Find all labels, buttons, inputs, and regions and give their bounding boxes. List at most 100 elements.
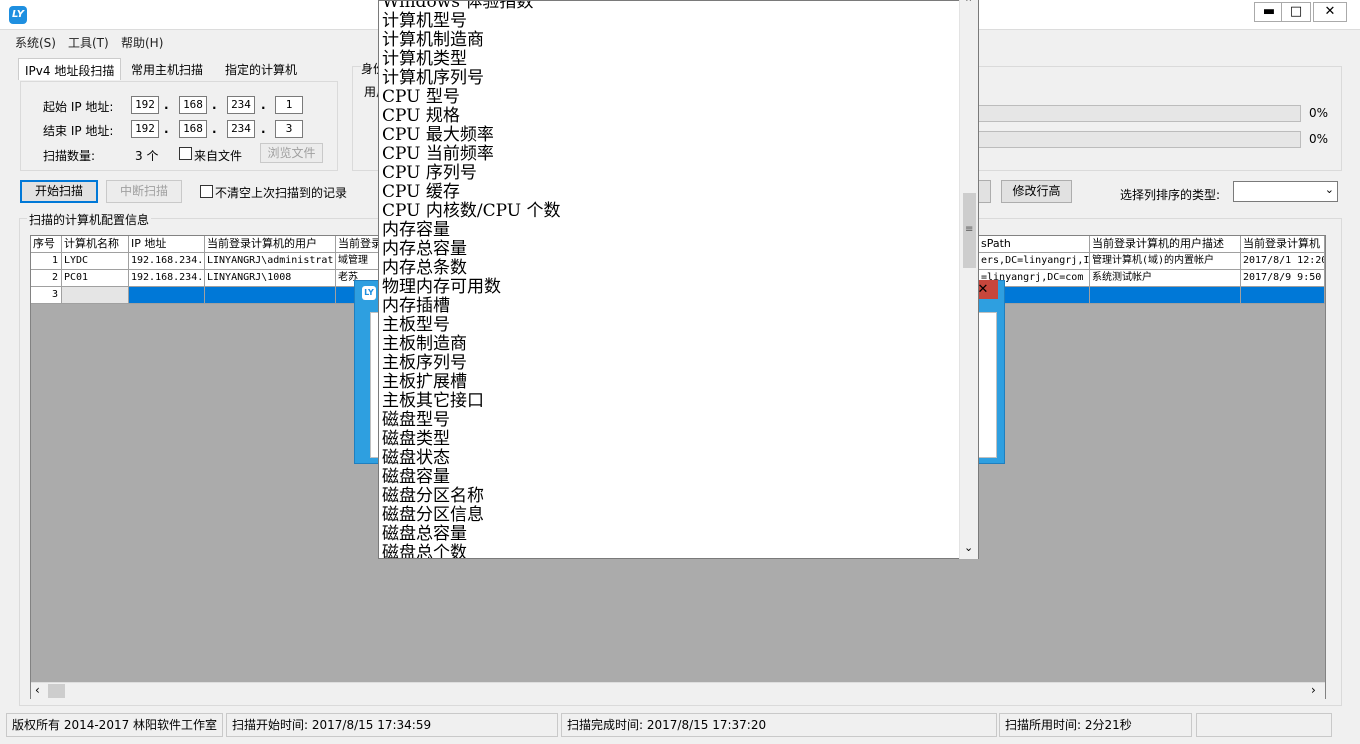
dropdown-item[interactable]: 主板扩展槽 bbox=[382, 373, 467, 392]
progress-bar-1 bbox=[978, 105, 1301, 122]
grid-header-path[interactable]: sPath bbox=[979, 236, 1090, 253]
dropdown-scrollbar[interactable]: ⌃ ≡ ⌄ bbox=[959, 0, 978, 559]
dropdown-item[interactable]: CPU 型号 bbox=[382, 88, 460, 107]
table-cell[interactable]: PC01 bbox=[62, 270, 129, 287]
dropdown-item[interactable]: 磁盘状态 bbox=[382, 449, 450, 468]
table-cell[interactable]: 192.168.234. bbox=[129, 253, 205, 270]
table-cell[interactable]: 管理计算机(域)的内置帐户 bbox=[1090, 253, 1241, 270]
start-scan-button[interactable]: 开始扫描 bbox=[20, 180, 98, 203]
dropdown-item[interactable]: CPU 缓存 bbox=[382, 183, 460, 202]
table-cell[interactable]: 2017/8/1 12:20 bbox=[1241, 253, 1325, 270]
status-elapsed-time: 扫描所用时间: 2分21秒 bbox=[999, 713, 1192, 737]
scroll-left-icon[interactable]: ‹ bbox=[35, 683, 40, 697]
table-cell[interactable]: 192.168.234. bbox=[129, 270, 205, 287]
dropdown-item[interactable]: 物理内存可用数 bbox=[382, 278, 501, 297]
ip-dot: . bbox=[164, 98, 169, 112]
scan-count-label: 扫描数量: bbox=[43, 149, 96, 163]
table-row-index[interactable]: 3 bbox=[31, 287, 62, 304]
table-cell[interactable]: LYDC bbox=[62, 253, 129, 270]
grid-header-ip[interactable]: IP 地址 bbox=[129, 236, 205, 253]
close-button[interactable]: ✕ bbox=[1313, 2, 1347, 22]
app-logo-icon: LY bbox=[9, 6, 27, 24]
grid-horizontal-scrollbar[interactable]: ‹ › bbox=[31, 682, 1325, 699]
table-cell[interactable]: LINYANGRJ\administrat bbox=[205, 253, 336, 270]
dropdown-item[interactable]: 计算机类型 bbox=[382, 50, 467, 69]
dropdown-item[interactable]: 磁盘分区信息 bbox=[382, 506, 484, 525]
minimize-button[interactable]: ▬ bbox=[1254, 2, 1284, 22]
dropdown-item[interactable]: CPU 当前频率 bbox=[382, 145, 494, 164]
dropdown-item[interactable]: 磁盘总个数 bbox=[382, 544, 467, 559]
stop-scan-button[interactable]: 中断扫描 bbox=[106, 180, 182, 203]
scroll-right-icon[interactable]: › bbox=[1311, 683, 1316, 697]
dropdown-item[interactable]: 主板序列号 bbox=[382, 354, 467, 373]
table-cell[interactable]: 2017/8/9 9:50 bbox=[1241, 270, 1325, 287]
grid-header-computer-name[interactable]: 计算机名称 bbox=[62, 236, 129, 253]
end-ip-octet-2[interactable]: 168 bbox=[179, 120, 207, 138]
start-ip-label: 起始 IP 地址: bbox=[43, 100, 114, 114]
sort-type-select[interactable]: ⌄ bbox=[1233, 181, 1338, 202]
dropdown-item[interactable]: 计算机制造商 bbox=[382, 31, 484, 50]
scroll-thumb[interactable] bbox=[48, 684, 65, 698]
ip-dot: . bbox=[261, 98, 266, 112]
tab-ipv4-range[interactable]: IPv4 地址段扫描 bbox=[18, 58, 122, 80]
dropdown-item[interactable]: 主板型号 bbox=[382, 316, 450, 335]
menu-tools[interactable]: 工具(T) bbox=[68, 34, 109, 51]
dropdown-item[interactable]: 磁盘型号 bbox=[382, 411, 450, 430]
grid-header-user-desc[interactable]: 当前登录计算机的用户描述 bbox=[1090, 236, 1241, 253]
start-ip-octet-1[interactable]: 192 bbox=[131, 96, 159, 114]
dropdown-item[interactable]: 磁盘容量 bbox=[382, 468, 450, 487]
dropdown-item[interactable]: 计算机序列号 bbox=[382, 69, 484, 88]
grid-header-index[interactable]: 序号 bbox=[31, 236, 62, 253]
dropdown-item[interactable]: 内存总条数 bbox=[382, 259, 467, 278]
from-file-checkbox[interactable] bbox=[179, 147, 192, 160]
dropdown-item[interactable]: CPU 内核数/CPU 个数 bbox=[382, 202, 560, 221]
row-height-button[interactable]: 修改行高 bbox=[1001, 180, 1072, 203]
start-ip-octet-4[interactable]: 1 bbox=[275, 96, 303, 114]
grip-icon: ≡ bbox=[965, 224, 974, 235]
table-cell-selected[interactable] bbox=[205, 287, 336, 304]
grid-header-login-time[interactable]: 当前登录计算机 bbox=[1241, 236, 1325, 253]
ip-dot: . bbox=[261, 122, 266, 136]
start-ip-octet-2[interactable]: 168 bbox=[179, 96, 207, 114]
table-cell-selected[interactable] bbox=[129, 287, 205, 304]
sort-type-label: 选择列排序的类型: bbox=[1120, 188, 1221, 202]
dropdown-item[interactable]: 内存总容量 bbox=[382, 240, 467, 259]
start-ip-octet-3[interactable]: 234 bbox=[227, 96, 255, 114]
browse-file-button[interactable]: 浏览文件 bbox=[260, 143, 323, 163]
end-ip-octet-3[interactable]: 234 bbox=[227, 120, 255, 138]
menu-help[interactable]: 帮助(H) bbox=[121, 34, 163, 51]
dropdown-item[interactable]: 磁盘类型 bbox=[382, 430, 450, 449]
scroll-down-icon[interactable]: ⌄ bbox=[964, 541, 973, 554]
end-ip-octet-4[interactable]: 3 bbox=[275, 120, 303, 138]
dropdown-item[interactable]: 计算机型号 bbox=[382, 12, 467, 31]
table-cell[interactable]: ers,DC=linyangrj,I bbox=[979, 253, 1090, 270]
dropdown-item[interactable]: CPU 最大频率 bbox=[382, 126, 494, 145]
dropdown-item[interactable]: 磁盘总容量 bbox=[382, 525, 467, 544]
dropdown-item[interactable]: 内存插槽 bbox=[382, 297, 450, 316]
maximize-button[interactable]: □ bbox=[1281, 2, 1311, 22]
hidden-button-edge[interactable] bbox=[978, 180, 991, 203]
end-ip-octet-1[interactable]: 192 bbox=[131, 120, 159, 138]
dropdown-item[interactable]: 主板制造商 bbox=[382, 335, 467, 354]
menu-system[interactable]: 系统(S) bbox=[15, 34, 56, 51]
status-start-time: 扫描开始时间: 2017/8/15 17:34:59 bbox=[226, 713, 558, 737]
table-row-index[interactable]: 2 bbox=[31, 270, 62, 287]
table-cell[interactable]: LINYANGRJ\1008 bbox=[205, 270, 336, 287]
table-row-index[interactable]: 1 bbox=[31, 253, 62, 270]
dropdown-item[interactable]: CPU 序列号 bbox=[382, 164, 477, 183]
table-cell-selected[interactable] bbox=[1090, 287, 1241, 304]
table-cell-selected[interactable] bbox=[1241, 287, 1325, 304]
dropdown-item[interactable]: 内存容量 bbox=[382, 221, 450, 240]
keep-records-checkbox[interactable] bbox=[200, 185, 213, 198]
table-cell[interactable]: 系统测试帐户 bbox=[1090, 270, 1241, 287]
tab-common-hosts[interactable]: 常用主机扫描 bbox=[125, 58, 209, 80]
scroll-up-icon[interactable]: ⌃ bbox=[964, 0, 973, 9]
from-file-label: 来自文件 bbox=[194, 149, 243, 163]
table-cell[interactable] bbox=[62, 287, 129, 304]
dropdown-item[interactable]: 磁盘分区名称 bbox=[382, 487, 484, 506]
column-dropdown-list[interactable]: Windows 体验指数 计算机型号 计算机制造商 计算机类型 计算机序列号 CPU 型号… bbox=[378, 0, 979, 559]
dropdown-item[interactable]: 主板其它接口 bbox=[382, 392, 484, 411]
tab-specified-computer[interactable]: 指定的计算机 bbox=[219, 58, 303, 80]
dropdown-item[interactable]: CPU 规格 bbox=[382, 107, 460, 126]
grid-header-login-user[interactable]: 当前登录计算机的用户 bbox=[205, 236, 336, 253]
